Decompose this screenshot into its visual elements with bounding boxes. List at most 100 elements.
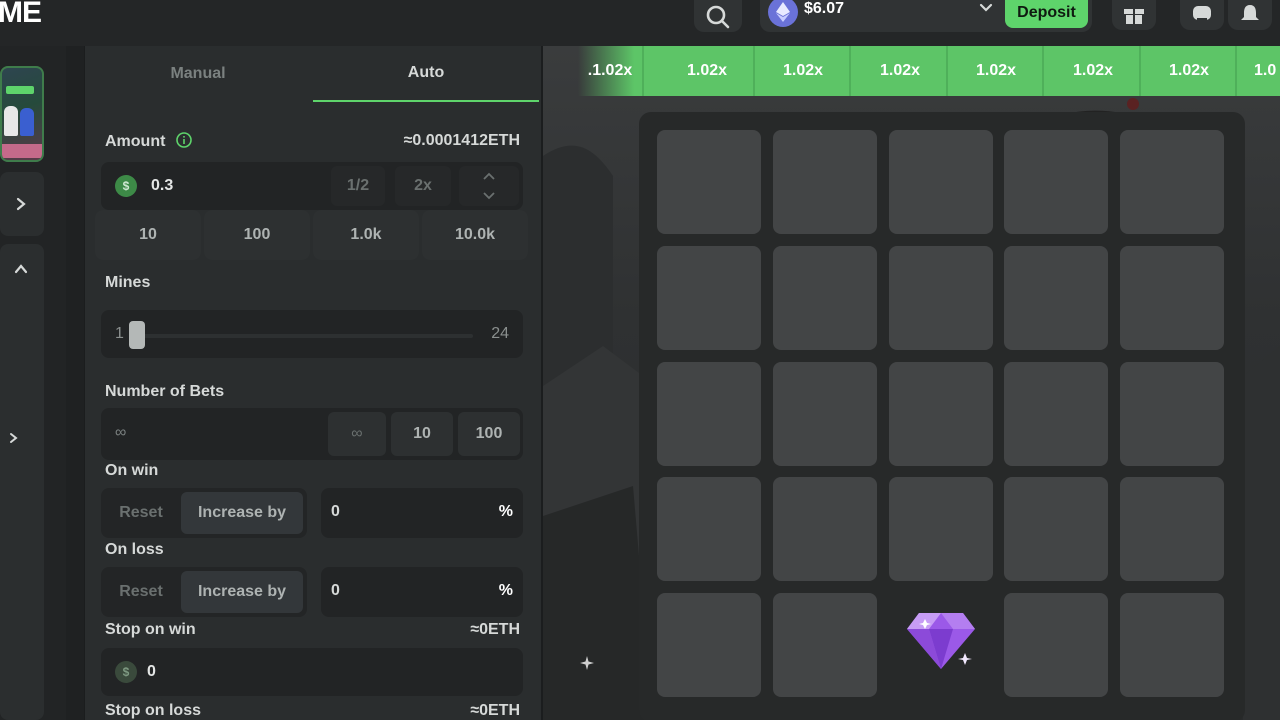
mine-tile[interactable] bbox=[773, 246, 877, 350]
mines-board bbox=[639, 112, 1245, 720]
on-win-mode-toggle: Reset Increase by bbox=[101, 488, 307, 538]
amount-stepper[interactable] bbox=[459, 166, 519, 206]
mine-tile[interactable] bbox=[889, 130, 993, 234]
multiplier-strip: .1.02x 1.02x 1.02x 1.02x 1.02x 1.02x 1.0… bbox=[578, 46, 1280, 96]
number-of-bets-label: Number of Bets bbox=[105, 383, 225, 400]
amount-label-text: Amount bbox=[105, 133, 166, 150]
mines-label: Mines bbox=[105, 274, 151, 291]
mine-tile[interactable] bbox=[1004, 362, 1108, 466]
amount-label: Amount bbox=[105, 132, 192, 151]
mine-tile[interactable] bbox=[773, 593, 877, 697]
diamond-gem-icon bbox=[907, 613, 975, 669]
mines-max: 24 bbox=[491, 325, 509, 342]
bets-infinite-button[interactable]: ∞ bbox=[328, 412, 386, 456]
mine-tile[interactable] bbox=[657, 362, 761, 466]
chat-button[interactable] bbox=[1180, 0, 1224, 30]
mine-tile[interactable] bbox=[657, 130, 761, 234]
on-win-percent-input[interactable]: 0 % bbox=[321, 488, 523, 538]
chevron-up-down-icon bbox=[483, 172, 495, 200]
deposit-button[interactable]: Deposit bbox=[1005, 0, 1088, 28]
search-icon bbox=[706, 5, 730, 29]
bets-100-button[interactable]: 100 bbox=[458, 412, 520, 456]
stop-on-win-label: Stop on win bbox=[105, 621, 196, 638]
expand-sidebar-button[interactable] bbox=[0, 172, 44, 236]
tab-manual[interactable]: Manual bbox=[85, 46, 311, 102]
number-of-bets-value[interactable]: ∞ bbox=[115, 424, 126, 442]
mine-tile[interactable] bbox=[889, 362, 993, 466]
search-button[interactable] bbox=[694, 0, 742, 32]
mine-tile[interactable] bbox=[1120, 593, 1224, 697]
gift-icon bbox=[1124, 9, 1144, 24]
stop-on-win-input[interactable]: $ 0 bbox=[101, 648, 523, 696]
on-loss-percent-input[interactable]: 0 % bbox=[321, 567, 523, 617]
on-loss-label: On loss bbox=[105, 541, 164, 558]
amount-eth-equivalent: ≈0.0001412ETH bbox=[403, 132, 520, 149]
mine-tile[interactable] bbox=[773, 477, 877, 581]
multiplier-cell: 1.02x bbox=[757, 46, 851, 96]
multiplier-cell: 1.02x bbox=[1143, 46, 1237, 96]
amount-value[interactable]: 0.3 bbox=[151, 177, 173, 195]
mine-tile[interactable] bbox=[657, 593, 761, 697]
dollar-coin-icon: $ bbox=[115, 661, 137, 683]
multiplier-cell: 1.02x bbox=[854, 46, 948, 96]
left-rail bbox=[0, 46, 66, 720]
rewards-button[interactable] bbox=[1112, 0, 1156, 30]
chevron-down-icon bbox=[979, 3, 993, 12]
chevron-right-icon[interactable] bbox=[8, 432, 20, 444]
mine-tile[interactable] bbox=[1004, 130, 1108, 234]
half-amount-button[interactable]: 1/2 bbox=[331, 166, 385, 206]
mine-tile[interactable] bbox=[1120, 362, 1224, 466]
promo-thumbnail[interactable] bbox=[0, 66, 44, 162]
on-win-percent-value[interactable]: 0 bbox=[331, 503, 340, 521]
stop-on-win-value[interactable]: 0 bbox=[147, 663, 156, 681]
mine-tile[interactable] bbox=[1004, 246, 1108, 350]
notifications-button[interactable] bbox=[1228, 0, 1272, 30]
on-loss-increase-button[interactable]: Increase by bbox=[181, 571, 303, 613]
mine-tile[interactable] bbox=[1120, 130, 1224, 234]
mine-tile[interactable] bbox=[889, 246, 993, 350]
tab-auto[interactable]: Auto bbox=[313, 46, 539, 102]
rail-divider bbox=[66, 46, 84, 720]
sidebar-panel bbox=[0, 244, 44, 720]
quick-amount-1k[interactable]: 1.0k bbox=[313, 210, 419, 260]
multiplier-cell: 1.02x bbox=[661, 46, 755, 96]
bet-control-panel: Manual Auto Amount ≈0.0001412ETH $ 0.3 1… bbox=[85, 46, 541, 720]
bets-10-button[interactable]: 10 bbox=[391, 412, 453, 456]
mine-tile[interactable] bbox=[1120, 477, 1224, 581]
quick-amount-10[interactable]: 10 bbox=[95, 210, 201, 260]
sparkle-icon bbox=[580, 656, 594, 670]
multiplier-cell: 1.0 bbox=[1254, 62, 1277, 79]
multiplier-cell: 1.02x bbox=[1047, 46, 1141, 96]
stop-on-loss-eth-equivalent: ≈0ETH bbox=[470, 702, 520, 719]
info-icon[interactable] bbox=[176, 132, 192, 148]
mines-min: 1 bbox=[115, 325, 124, 342]
on-loss-reset-button[interactable]: Reset bbox=[101, 567, 181, 617]
stop-on-loss-label: Stop on loss bbox=[105, 702, 201, 719]
quick-amount-10k[interactable]: 10.0k bbox=[422, 210, 528, 260]
mine-tile[interactable] bbox=[1120, 246, 1224, 350]
mines-slider-thumb[interactable] bbox=[129, 321, 145, 349]
mine-tile[interactable] bbox=[773, 130, 877, 234]
double-amount-button[interactable]: 2x bbox=[395, 166, 451, 206]
on-loss-mode-toggle: Reset Increase by bbox=[101, 567, 307, 617]
on-win-increase-button[interactable]: Increase by bbox=[181, 492, 303, 534]
mine-tile[interactable] bbox=[657, 477, 761, 581]
multiplier-cell: .1.02x bbox=[578, 46, 644, 96]
on-loss-percent-value[interactable]: 0 bbox=[331, 582, 340, 600]
quick-amount-100[interactable]: 100 bbox=[204, 210, 310, 260]
mine-tile[interactable] bbox=[1004, 593, 1108, 697]
chat-icon bbox=[1193, 6, 1211, 21]
amount-input[interactable]: $ 0.3 1/2 2x bbox=[101, 162, 523, 210]
mine-tile[interactable] bbox=[657, 246, 761, 350]
mines-slider-track[interactable] bbox=[137, 334, 473, 338]
on-win-reset-button[interactable]: Reset bbox=[101, 488, 181, 538]
mine-tile-revealed-gem bbox=[889, 593, 993, 697]
chevron-up-icon[interactable] bbox=[14, 262, 28, 276]
percent-sign: % bbox=[498, 582, 513, 599]
mine-tile[interactable] bbox=[1004, 477, 1108, 581]
top-bar: ME $6.07 Deposit bbox=[0, 0, 1280, 46]
site-logo[interactable]: ME bbox=[0, 0, 42, 30]
stop-on-win-eth-equivalent: ≈0ETH bbox=[470, 621, 520, 638]
mine-tile[interactable] bbox=[773, 362, 877, 466]
mine-tile[interactable] bbox=[889, 477, 993, 581]
